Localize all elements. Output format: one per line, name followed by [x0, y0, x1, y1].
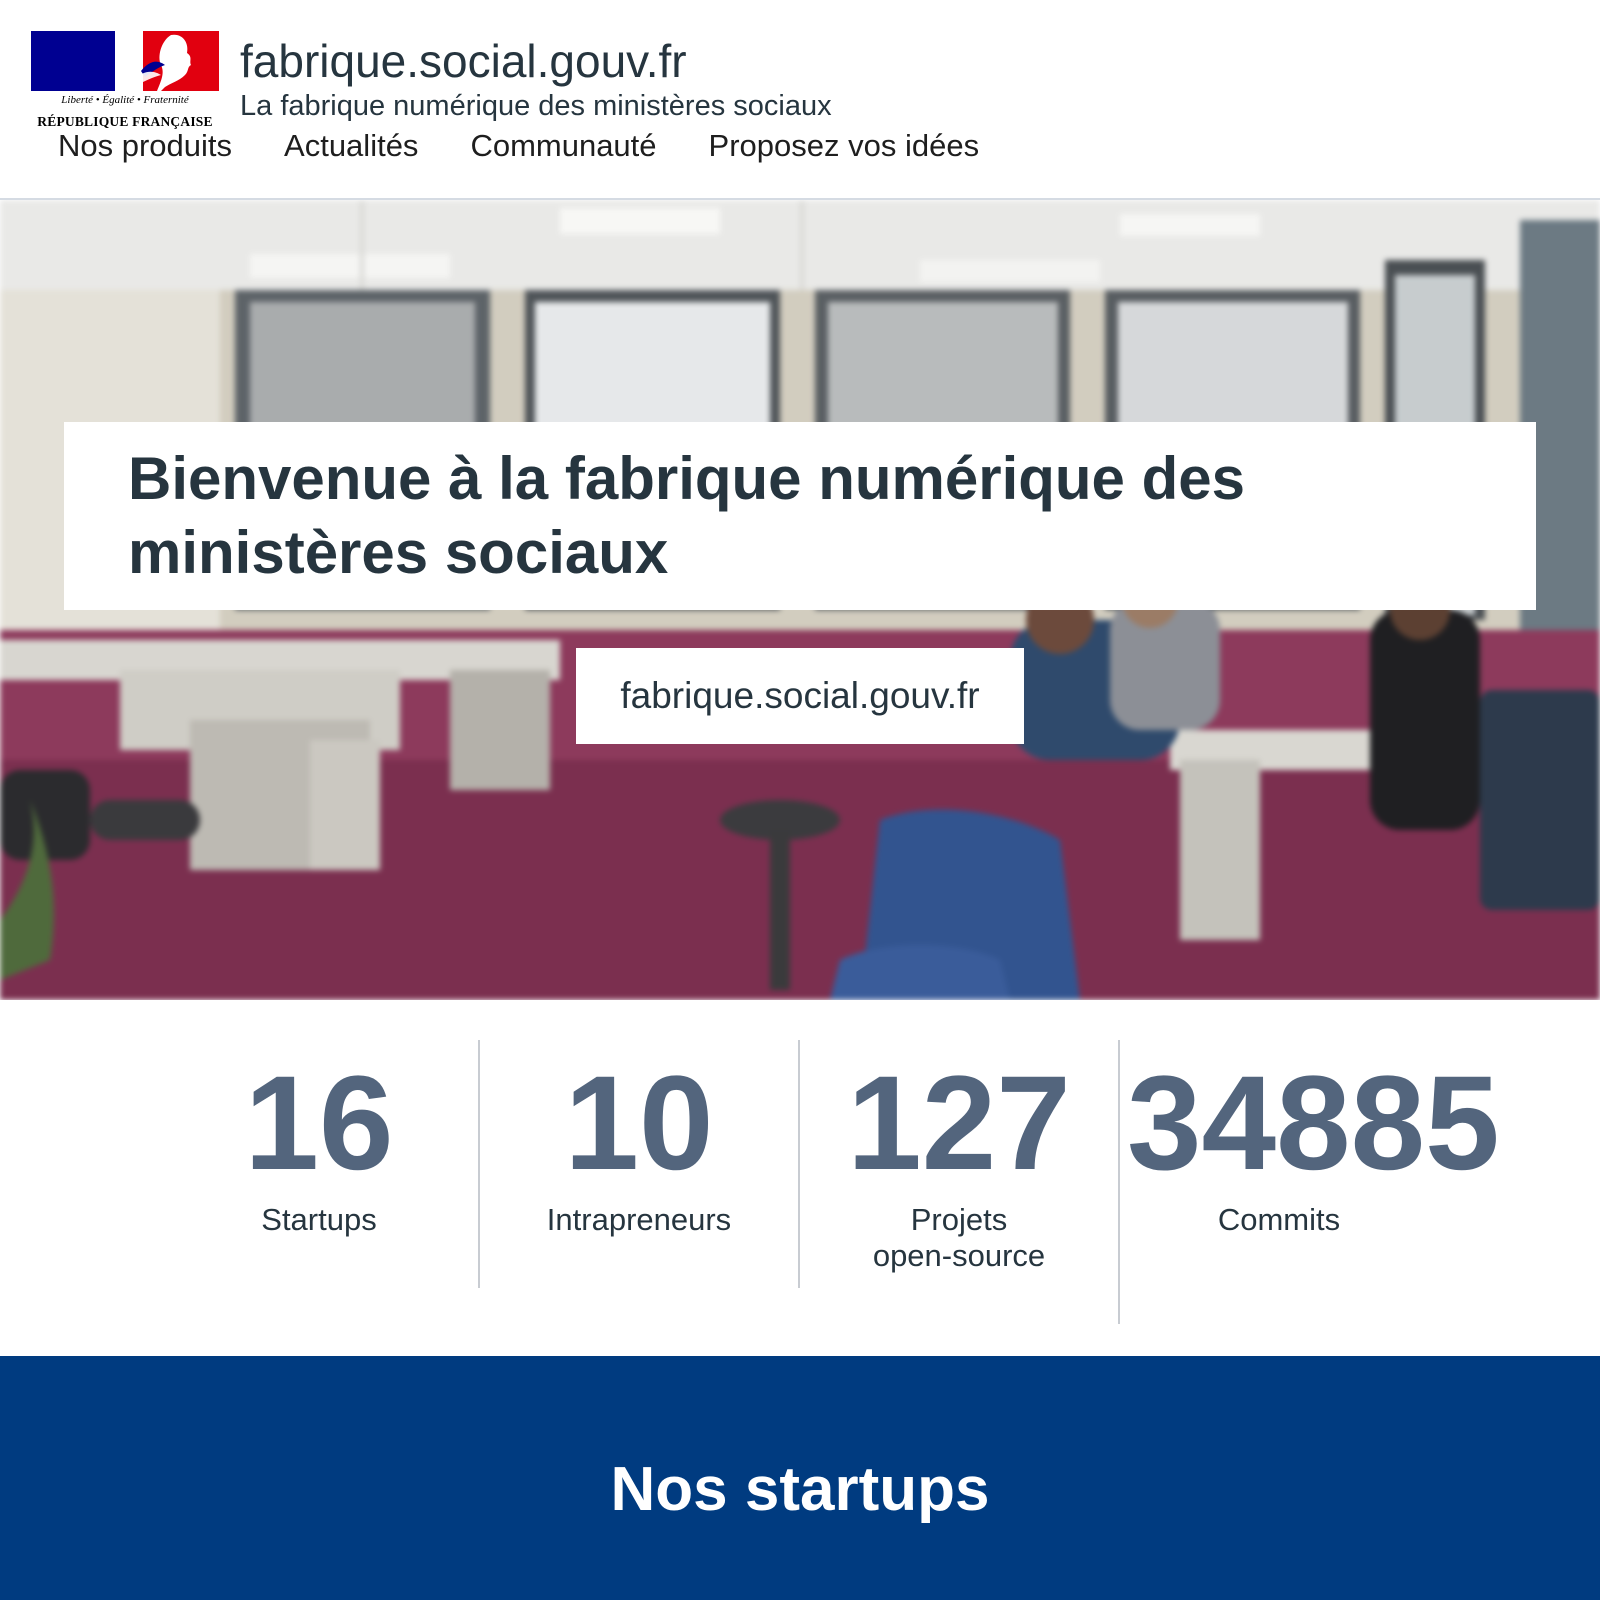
hero-title-box: Bienvenue à la fabrique numérique des mi…: [64, 422, 1536, 610]
stat-commits: 34885 Commits: [1119, 1040, 1500, 1238]
hero-title: Bienvenue à la fabrique numérique des mi…: [128, 445, 1245, 586]
startups-section: Nos startups: [0, 1356, 1600, 1600]
stats-section: 16 Startups 10 Intrapreneurs 127 Projets…: [0, 1000, 1600, 1356]
nav-item-actualites[interactable]: Actualités: [284, 128, 418, 164]
stat-projets-open-source: 127 Projets open-source: [799, 1040, 1119, 1274]
stat-value: 16: [244, 1049, 394, 1198]
stat-value: 127: [847, 1049, 1071, 1198]
site-title[interactable]: fabrique.social.gouv.fr: [240, 34, 687, 88]
stat-label: Commits: [1217, 1202, 1341, 1237]
startups-section-title: Nos startups: [610, 1455, 990, 1524]
site-header: Liberté • Égalité • Fraternité RÉPUBLIQU…: [0, 0, 1600, 200]
hero-banner: Bienvenue à la fabrique numérique des mi…: [0, 200, 1600, 1000]
stat-value: 10: [564, 1049, 714, 1198]
nav-item-communaute[interactable]: Communauté: [470, 128, 656, 164]
stat-value: 34885: [1127, 1049, 1500, 1198]
main-nav: Nos produits Actualités Communauté Propo…: [58, 128, 979, 164]
republic-motto: Liberté • Égalité • Fraternité: [61, 94, 189, 106]
site-subtitle: La fabrique numérique des ministères soc…: [240, 90, 832, 122]
hero-url-label[interactable]: fabrique.social.gouv.fr: [576, 648, 1024, 744]
stat-intrapreneurs: 10 Intrapreneurs: [479, 1040, 799, 1238]
stat-startups: 16 Startups: [159, 1040, 479, 1238]
nav-item-nos-produits[interactable]: Nos produits: [58, 128, 232, 164]
marianne-icon: [135, 34, 191, 91]
stat-label: Projets open-source: [872, 1202, 1046, 1273]
stat-label: Startups: [261, 1202, 377, 1237]
stat-label: Intrapreneurs: [546, 1202, 732, 1237]
republique-francaise-logo[interactable]: Liberté • Égalité • Fraternité RÉPUBLIQU…: [31, 31, 219, 131]
nav-item-proposez-vos-idees[interactable]: Proposez vos idées: [709, 128, 980, 164]
